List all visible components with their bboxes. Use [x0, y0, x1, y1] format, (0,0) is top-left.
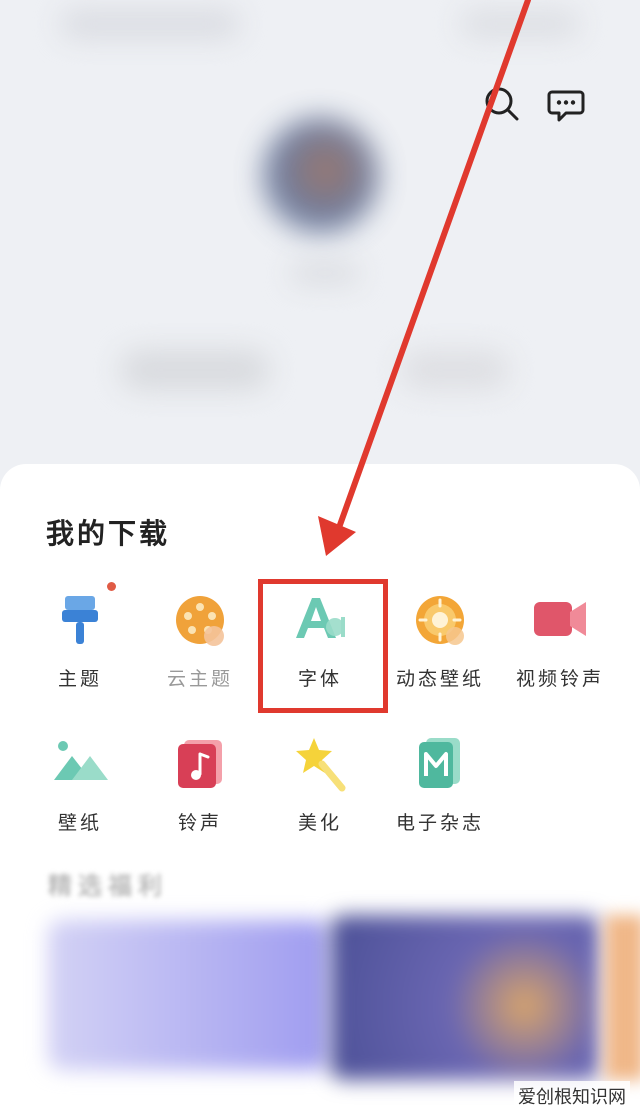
- download-item-label: 云主题: [166, 668, 233, 690]
- download-item-ringtone[interactable]: 铃声: [140, 734, 260, 835]
- download-item-cloud-theme[interactable]: 云主题: [140, 590, 260, 691]
- download-item-label: 动态壁纸: [395, 668, 484, 690]
- promo-banner-3[interactable]: [605, 915, 640, 1080]
- promo-banner-1[interactable]: [48, 920, 328, 1070]
- live-wallpaper-icon: [410, 590, 470, 650]
- blurred-stat-right: [400, 350, 510, 390]
- music-note-icon: [170, 734, 230, 794]
- blurred-stat-left: [120, 350, 270, 390]
- cloud-theme-reel-icon: [170, 590, 230, 650]
- profile-header-blurred: [0, 0, 640, 480]
- magazine-m-icon: [410, 734, 470, 794]
- download-item-label: 视频铃声: [515, 668, 604, 690]
- download-item-label: 壁纸: [57, 812, 102, 834]
- promo-banner-2[interactable]: [330, 915, 600, 1080]
- section-title-benefits: 精选福利: [48, 872, 168, 900]
- chat-icon[interactable]: [546, 84, 586, 124]
- highlight-box: [258, 579, 388, 713]
- paint-brush-icon: [50, 582, 116, 650]
- download-item-label: 电子杂志: [395, 812, 484, 834]
- download-item-label: 美化: [297, 812, 342, 834]
- blurred-username: [290, 262, 360, 284]
- video-ringtone-icon: [530, 590, 590, 650]
- download-item-beautify[interactable]: 美化: [260, 734, 380, 835]
- blurred-title: [60, 10, 240, 38]
- blurred-action: [460, 10, 580, 38]
- download-item-theme[interactable]: 主题: [20, 582, 140, 691]
- avatar[interactable]: [262, 118, 378, 234]
- magic-star-icon: [290, 734, 350, 794]
- mountain-wallpaper-icon: [50, 734, 110, 794]
- section-title-my-downloads: 我的下载: [46, 517, 171, 550]
- download-item-live-wallpaper[interactable]: 动态壁纸: [380, 590, 500, 691]
- download-item-e-magazine[interactable]: 电子杂志: [380, 734, 500, 835]
- search-icon[interactable]: [482, 84, 522, 124]
- download-item-label: 主题: [57, 668, 102, 690]
- download-item-label: 铃声: [177, 812, 222, 834]
- watermark: 爱创根知识网: [514, 1081, 630, 1111]
- download-item-video-ringtone[interactable]: 视频铃声: [500, 590, 620, 691]
- download-item-wallpaper[interactable]: 壁纸: [20, 734, 140, 835]
- notification-badge: [107, 582, 116, 591]
